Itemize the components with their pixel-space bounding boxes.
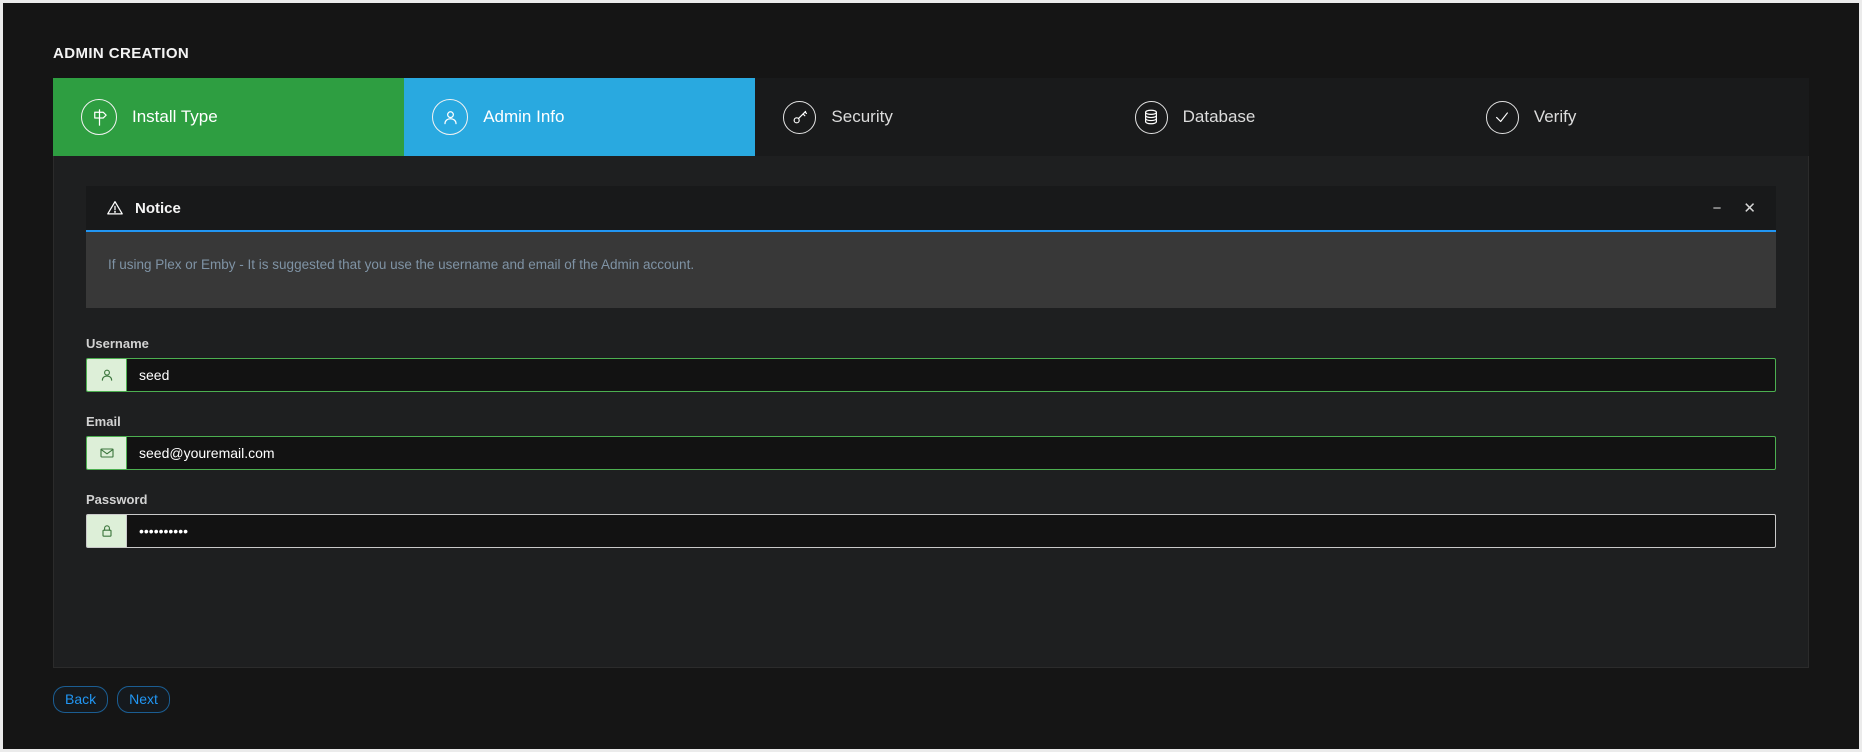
password-input[interactable] <box>126 514 1776 548</box>
close-button[interactable]: ✕ <box>1743 201 1756 216</box>
step-label-install-type: Install Type <box>132 107 218 127</box>
username-input[interactable] <box>126 358 1776 392</box>
signpost-icon <box>81 99 117 135</box>
email-input-group <box>86 436 1776 470</box>
notice-card: Notice − ✕ If using Plex or Emby - It is… <box>86 186 1776 308</box>
step-admin-info[interactable]: Admin Info <box>404 78 755 156</box>
step-security[interactable]: Security <box>755 78 1106 156</box>
notice-title: Notice <box>135 200 181 217</box>
step-verify[interactable]: Verify <box>1458 78 1809 156</box>
next-button[interactable]: Next <box>117 686 170 713</box>
step-install-type[interactable]: Install Type <box>53 78 404 156</box>
footer-actions: Back Next <box>53 686 1809 713</box>
content-panel: Notice − ✕ If using Plex or Emby - It is… <box>53 156 1809 668</box>
minimize-button[interactable]: − <box>1713 201 1722 216</box>
step-label-verify: Verify <box>1534 107 1577 127</box>
username-label: Username <box>86 336 1776 351</box>
email-label: Email <box>86 414 1776 429</box>
step-label-security: Security <box>831 107 892 127</box>
user-addon-icon <box>86 358 126 392</box>
password-field: Password <box>86 492 1776 548</box>
user-icon <box>432 99 468 135</box>
notice-actions: − ✕ <box>1713 201 1756 216</box>
password-label: Password <box>86 492 1776 507</box>
step-label-admin-info: Admin Info <box>483 107 564 127</box>
step-database[interactable]: Database <box>1107 78 1458 156</box>
notice-header: Notice − ✕ <box>86 186 1776 232</box>
check-icon <box>1486 101 1519 134</box>
setup-wizard: ADMIN CREATION Install Type Admin Info <box>3 3 1859 713</box>
database-icon <box>1135 101 1168 134</box>
notice-body-text: If using Plex or Emby - It is suggested … <box>86 232 1776 308</box>
step-label-database: Database <box>1183 107 1256 127</box>
username-input-group <box>86 358 1776 392</box>
password-input-group <box>86 514 1776 548</box>
key-icon <box>783 101 816 134</box>
envelope-icon <box>86 436 126 470</box>
wizard-steps: Install Type Admin Info Security <box>53 78 1809 156</box>
warning-icon <box>106 199 124 217</box>
email-field: Email <box>86 414 1776 470</box>
back-button[interactable]: Back <box>53 686 108 713</box>
lock-icon <box>86 514 126 548</box>
username-field: Username <box>86 336 1776 392</box>
email-input[interactable] <box>126 436 1776 470</box>
page-title: ADMIN CREATION <box>53 45 1809 62</box>
